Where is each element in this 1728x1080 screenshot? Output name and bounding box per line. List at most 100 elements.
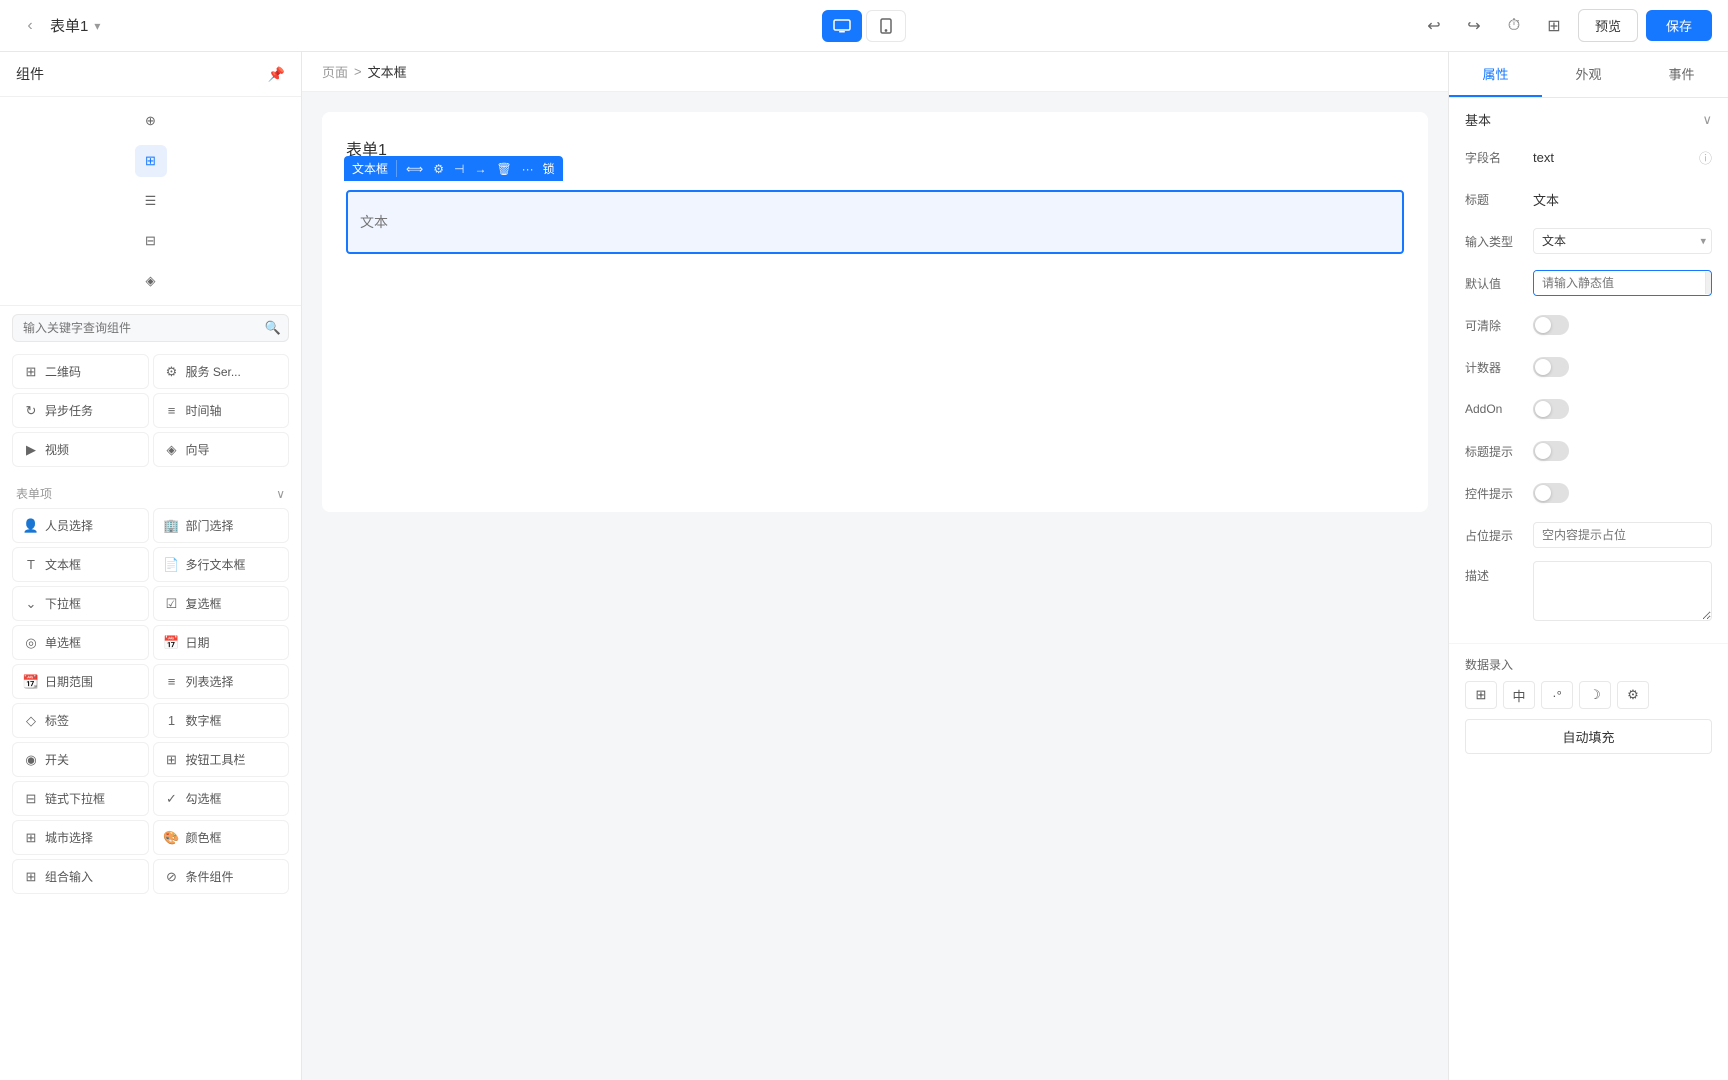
mobile-view-button[interactable] — [866, 10, 906, 42]
toolbar-align-icon[interactable]: ⊣ — [449, 162, 469, 176]
component-toolbar: 文本框 ⟺ ⚙ ⊣ → 🗑 ··· 锁 — [344, 156, 563, 181]
data-icon-text[interactable]: 中 — [1503, 681, 1535, 709]
clearable-toggle[interactable] — [1533, 315, 1569, 335]
addon-toggle[interactable] — [1533, 399, 1569, 419]
field-info-icon[interactable]: ⓘ — [1699, 148, 1712, 167]
search-input[interactable] — [12, 314, 289, 342]
sidebar-header: 组件 📌 — [0, 52, 301, 97]
comp-checkbox[interactable]: ☑ 复选框 — [153, 586, 290, 621]
nav-icon-4[interactable]: ⊟ — [135, 225, 167, 257]
comp-number[interactable]: 1 数字框 — [153, 703, 290, 738]
comp-tag[interactable]: ◇ 标签 — [12, 703, 149, 738]
listselect-icon: ≡ — [164, 674, 180, 690]
settings-button[interactable]: ⊞ — [1538, 10, 1570, 42]
comp-color[interactable]: 🎨 颜色框 — [153, 820, 290, 855]
title-value: 文本 — [1533, 190, 1712, 209]
autofill-button[interactable]: 自动填充 — [1465, 719, 1712, 754]
preview-button[interactable]: 预览 — [1578, 9, 1638, 42]
control-hint-toggle[interactable] — [1533, 483, 1569, 503]
toolbar-config-icon[interactable]: ⚙ — [428, 162, 449, 176]
date-icon: 📅 — [164, 635, 180, 651]
city-icon: ⊞ — [23, 830, 39, 846]
comp-textarea[interactable]: 📄 多行文本框 — [153, 547, 290, 582]
field-name-label: 字段名 — [1465, 149, 1533, 166]
comp-guide[interactable]: ◈ 向导 — [153, 432, 290, 467]
save-button[interactable]: 保存 — [1646, 10, 1712, 41]
comp-qrcode[interactable]: ⊞ 二维码 — [12, 354, 149, 389]
description-textarea[interactable] — [1533, 561, 1712, 621]
comp-city[interactable]: ⊞ 城市选择 — [12, 820, 149, 855]
comp-combine[interactable]: ⊞ 组合输入 — [12, 859, 149, 894]
input-type-select[interactable]: 文本 数字 密码 — [1533, 228, 1712, 254]
section-collapse-icon[interactable]: ∨ — [1702, 112, 1712, 128]
data-icon-scan[interactable]: ⊞ — [1465, 681, 1497, 709]
redo-button[interactable]: ↪ — [1458, 10, 1490, 42]
comp-async[interactable]: ↻ 异步任务 — [12, 393, 149, 428]
pin-icon[interactable]: 📌 — [268, 66, 285, 83]
nav-icon-1[interactable]: ⊕ — [135, 105, 167, 137]
title-dropdown-icon[interactable]: ▾ — [94, 19, 100, 33]
counter-toggle[interactable] — [1533, 357, 1569, 377]
toolbar-delete-icon[interactable]: 🗑 — [491, 162, 516, 176]
default-value-label: 默认值 — [1465, 275, 1533, 292]
top-components: ⊞ 二维码 ⚙ 服务 Ser... ↻ 异步任务 ≡ 时间轴 — [0, 350, 301, 475]
counter-toggle-knob — [1535, 359, 1551, 375]
toolbar-arrow-icon[interactable]: → — [469, 162, 491, 176]
undo-button[interactable]: ↩ — [1418, 10, 1450, 42]
comp-cascade[interactable]: ⊟ 链式下拉框 — [12, 781, 149, 816]
cascade-icon: ⊟ — [23, 791, 39, 807]
placeholder-input[interactable] — [1533, 522, 1712, 548]
form-panel: 表单1 文本框 ⟺ ⚙ ⊣ → 🗑 ··· 锁 — [322, 112, 1428, 512]
comp-listselect[interactable]: ≡ 列表选择 — [153, 664, 290, 699]
nav-icon-2[interactable]: ⊞ — [135, 145, 167, 177]
counter-label: 计数器 — [1465, 359, 1533, 376]
comp-timeline[interactable]: ≡ 时间轴 — [153, 393, 290, 428]
textbox-component[interactable] — [346, 190, 1404, 254]
toolbar-more-icon[interactable]: ··· — [517, 162, 539, 176]
history-button[interactable]: ⏱ — [1498, 10, 1530, 42]
comp-date[interactable]: 📅 日期 — [153, 625, 290, 660]
tab-appearance[interactable]: 外观 — [1542, 52, 1635, 97]
comp-dropdown[interactable]: ⌄ 下拉框 — [12, 586, 149, 621]
comp-service[interactable]: ⚙ 服务 Ser... — [153, 354, 290, 389]
nav-icon-3[interactable]: ☰ — [135, 185, 167, 217]
data-icon-moon[interactable]: ☽ — [1579, 681, 1611, 709]
field-name-value: text — [1533, 150, 1695, 165]
comp-video[interactable]: ▶ 视频 — [12, 432, 149, 467]
control-hint-label: 控件提示 — [1465, 485, 1533, 502]
qrcode-icon: ⊞ — [23, 364, 39, 380]
comp-condition[interactable]: ⊘ 条件组件 — [153, 859, 290, 894]
radio-icon: ◎ — [23, 635, 39, 651]
desktop-view-button[interactable] — [822, 10, 862, 42]
comp-person[interactable]: 👤 人员选择 — [12, 508, 149, 543]
comp-textbox[interactable]: T 文本框 — [12, 547, 149, 582]
data-icon-dot[interactable]: ·° — [1541, 681, 1573, 709]
toolbar-move-icon[interactable]: ⟺ — [401, 162, 428, 176]
control-hint-row: 控件提示 — [1465, 477, 1712, 509]
search-box: 🔍 — [0, 306, 301, 350]
canvas-area: 页面 > 文本框 表单1 文本框 ⟺ ⚙ ⊣ — [302, 52, 1448, 1080]
title-hint-toggle[interactable] — [1533, 441, 1569, 461]
dropdown-icon: ⌄ — [23, 596, 39, 612]
textbox-input[interactable] — [348, 192, 1402, 252]
comp-switch[interactable]: ◉ 开关 — [12, 742, 149, 777]
topbar: ‹ 表单1 ▾ ↩ ↪ ⏱ ⊞ 预览 保存 — [0, 0, 1728, 52]
selected-component-wrapper: 文本框 ⟺ ⚙ ⊣ → 🗑 ··· 锁 — [346, 190, 1404, 254]
back-button[interactable]: ‹ — [16, 12, 44, 40]
fx-button[interactable]: f(x) — [1705, 272, 1712, 294]
comp-checkmark[interactable]: ✓ 勾选框 — [153, 781, 290, 816]
tab-events[interactable]: 事件 — [1635, 52, 1728, 97]
section-toggle-icon[interactable]: ∨ — [276, 487, 285, 501]
toolbar-extra: 锁 — [543, 160, 555, 177]
comp-daterange[interactable]: 📆 日期范围 — [12, 664, 149, 699]
form-items-section: 表单项 ∨ 👤 人员选择 🏢 部门选择 T 文本框 — [0, 475, 301, 902]
data-icon-settings[interactable]: ⚙ — [1617, 681, 1649, 709]
comp-radio[interactable]: ◎ 单选框 — [12, 625, 149, 660]
nav-icon-5[interactable]: ◈ — [135, 265, 167, 297]
comp-dept[interactable]: 🏢 部门选择 — [153, 508, 290, 543]
tab-attributes[interactable]: 属性 — [1449, 52, 1542, 97]
comp-btntoolbar[interactable]: ⊞ 按钮工具栏 — [153, 742, 290, 777]
search-icon: 🔍 — [265, 320, 281, 336]
default-value-input[interactable] — [1534, 271, 1705, 295]
timeline-icon: ≡ — [164, 403, 180, 419]
